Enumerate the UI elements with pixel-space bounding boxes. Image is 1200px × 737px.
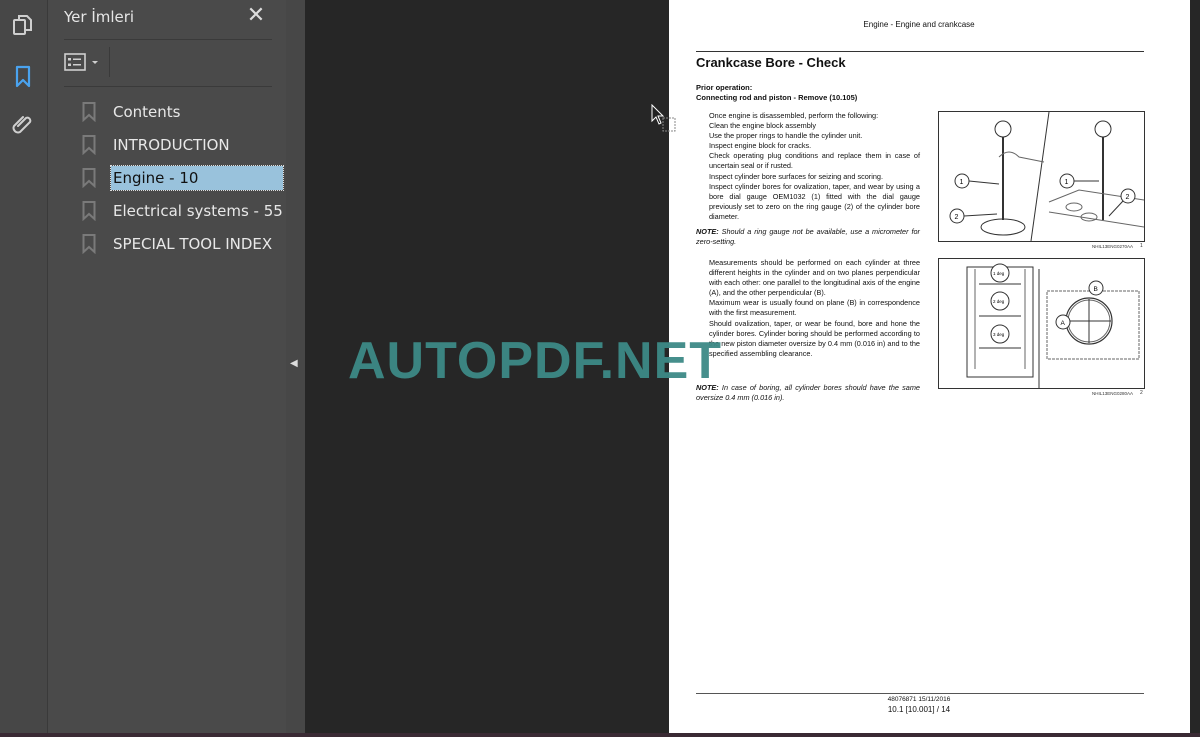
- section-title: Crankcase Bore - Check: [696, 55, 846, 70]
- page-thumbnails-button[interactable]: [8, 10, 38, 40]
- bookmark-icon: [82, 167, 96, 188]
- step-text: Inspect engine block for cracks.: [709, 141, 812, 151]
- note-text: In case of boring, all cylinder bores sh…: [696, 383, 920, 403]
- bookmark-options-icon: [64, 53, 86, 71]
- cylinder-measurement-illustration: 1 deg 2 deg 3 deg A B: [966, 263, 1140, 388]
- figure-1-bore-gauge: 1 2 1 2: [938, 111, 1145, 242]
- bookmark-label: SPECIAL TOOL INDEX: [113, 234, 273, 253]
- bookmark-label: Engine - 10: [110, 164, 284, 191]
- note-1: NOTE: Should a ring gauge not be availab…: [696, 227, 920, 247]
- bore-gauge-illustration: 1 2 1 2: [949, 111, 1145, 242]
- panel-title: Yer İmleri: [64, 8, 135, 26]
- bookmark-item-special-tool-index[interactable]: SPECIAL TOOL INDEX: [78, 227, 288, 260]
- figure-2-caption: NHIL13ENG0280AA: [1092, 391, 1134, 396]
- chevron-down-icon: [92, 61, 98, 64]
- note-2: NOTE: In case of boring, all cylinder bo…: [696, 383, 920, 403]
- mouse-cursor: [651, 103, 679, 139]
- bookmark-icon: [82, 101, 96, 122]
- bookmark-icon: [82, 134, 96, 155]
- prior-operation-label: Prior operation:: [696, 83, 753, 92]
- note-label: NOTE:: [696, 383, 719, 392]
- callout: 2: [955, 214, 959, 221]
- chevron-left-icon: ◀: [290, 358, 298, 369]
- step-text: Use the proper rings to handle the cylin…: [709, 131, 863, 141]
- callout: 1: [1065, 179, 1069, 186]
- bookmark-item-contents[interactable]: Contents: [78, 95, 288, 128]
- paperclip-icon: [12, 116, 32, 134]
- bookmark-label: Electrical systems - 55: [113, 201, 283, 220]
- bookmark-item-introduction[interactable]: INTRODUCTION: [78, 128, 288, 161]
- step-text: Clean the engine block assembly: [709, 121, 817, 131]
- bookmark-item-engine[interactable]: Engine - 10: [78, 161, 288, 194]
- bookmark-label: INTRODUCTION: [113, 135, 230, 154]
- callout: 2: [1126, 194, 1130, 201]
- close-panel-button[interactable]: ✕: [246, 2, 266, 27]
- prior-operation-link[interactable]: Connecting rod and piston - Remove (10.1…: [696, 93, 857, 103]
- step-text: Maximum wear is usually found on plane (…: [709, 298, 920, 318]
- procedure-steps-2: Measurements should be performed on each…: [709, 258, 920, 359]
- step-text: Measurements should be performed on each…: [709, 258, 920, 298]
- bookmark-icon: [15, 65, 31, 88]
- divider: [64, 39, 272, 40]
- divider: [109, 47, 110, 77]
- prior-operation: Prior operation: Connecting rod and pist…: [696, 83, 857, 102]
- bookmark-label: Contents: [113, 102, 181, 121]
- pdf-page: Engine - Engine and crankcase Crankcase …: [669, 0, 1190, 733]
- bottom-edge: [0, 733, 1200, 737]
- note-text: Should a ring gauge not be available, us…: [696, 227, 920, 247]
- bookmarks-panel: Yer İmleri ✕ Contents INTRODUCTION Engin…: [48, 0, 286, 733]
- bookmarks-button[interactable]: [8, 62, 38, 92]
- pages-icon: [13, 15, 32, 35]
- left-tool-rail: [0, 0, 48, 733]
- divider: [64, 86, 272, 87]
- callout: 2 deg: [993, 299, 1005, 304]
- footer-page-number: 10.1 [10.001] / 14: [887, 705, 951, 714]
- figure-1-caption: NHIL13ENG0270AA: [1092, 244, 1134, 249]
- step-text: Check operating plug conditions and repl…: [709, 151, 920, 171]
- bookmark-icon: [82, 233, 96, 254]
- running-header: Engine - Engine and crankcase: [863, 20, 975, 29]
- procedure-steps-1: Once engine is disassembled, perform the…: [709, 111, 920, 222]
- step-text: Once engine is disassembled, perform the…: [709, 111, 879, 120]
- step-text: Inspect cylinder bore surfaces for seizi…: [709, 171, 883, 181]
- figure-2-measurement-planes: 1 deg 2 deg 3 deg A B: [938, 258, 1145, 389]
- footer-rule: [696, 693, 1144, 694]
- callout: B: [1094, 286, 1098, 293]
- callout: A: [1061, 320, 1066, 327]
- header-rule: [696, 51, 1144, 52]
- bookmark-item-electrical-systems[interactable]: Electrical systems - 55: [78, 194, 288, 227]
- callout: 3 deg: [993, 332, 1005, 337]
- close-icon: ✕: [246, 2, 266, 27]
- step-text: Should ovalization, taper, or wear be fo…: [709, 318, 920, 358]
- bookmark-options-button[interactable]: [64, 50, 104, 74]
- note-label: NOTE:: [696, 227, 719, 236]
- bookmark-icon: [82, 200, 96, 221]
- collapse-panel-button[interactable]: ◀: [290, 358, 298, 369]
- attachments-button[interactable]: [8, 109, 38, 139]
- pointer-cursor-icon: [651, 103, 676, 132]
- callout: 1 deg: [993, 271, 1005, 276]
- figure-1-number: 1: [1140, 243, 1143, 249]
- bookmark-list: Contents INTRODUCTION Engine - 10 Electr…: [78, 95, 288, 260]
- callout: 1: [960, 179, 964, 186]
- footer-document-id: 48076871 15/11/2016: [887, 696, 951, 703]
- step-text: Inspect cylinder bores for ovalization, …: [709, 181, 920, 221]
- figure-2-number: 2: [1140, 390, 1143, 396]
